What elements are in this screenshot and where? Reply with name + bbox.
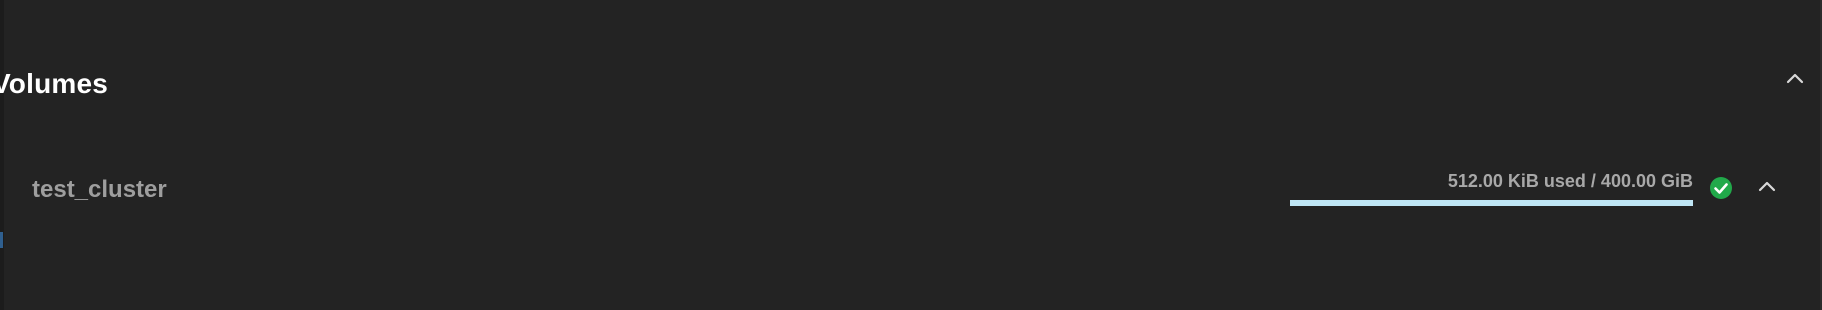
chevron-up-icon xyxy=(1786,73,1804,84)
chevron-up-icon xyxy=(1758,181,1776,192)
check-circle-icon xyxy=(1710,177,1732,199)
left-edge xyxy=(0,0,4,310)
usage-label: 512.00 KiB used / 400.00 GiB xyxy=(1447,171,1693,191)
volumes-page: Volumes test_cluster 512.00 KiB used / 4… xyxy=(0,0,1822,310)
volume-name: test_cluster xyxy=(32,176,167,203)
section-collapse-button[interactable] xyxy=(1780,64,1810,94)
volume-collapse-button[interactable] xyxy=(1752,172,1782,202)
section-title: Volumes xyxy=(0,68,109,99)
left-edge-marker xyxy=(0,232,3,248)
volume-row[interactable]: test_cluster 512.00 KiB used / 400.00 Gi… xyxy=(0,160,1822,220)
usage-progress-bar xyxy=(1290,200,1693,206)
